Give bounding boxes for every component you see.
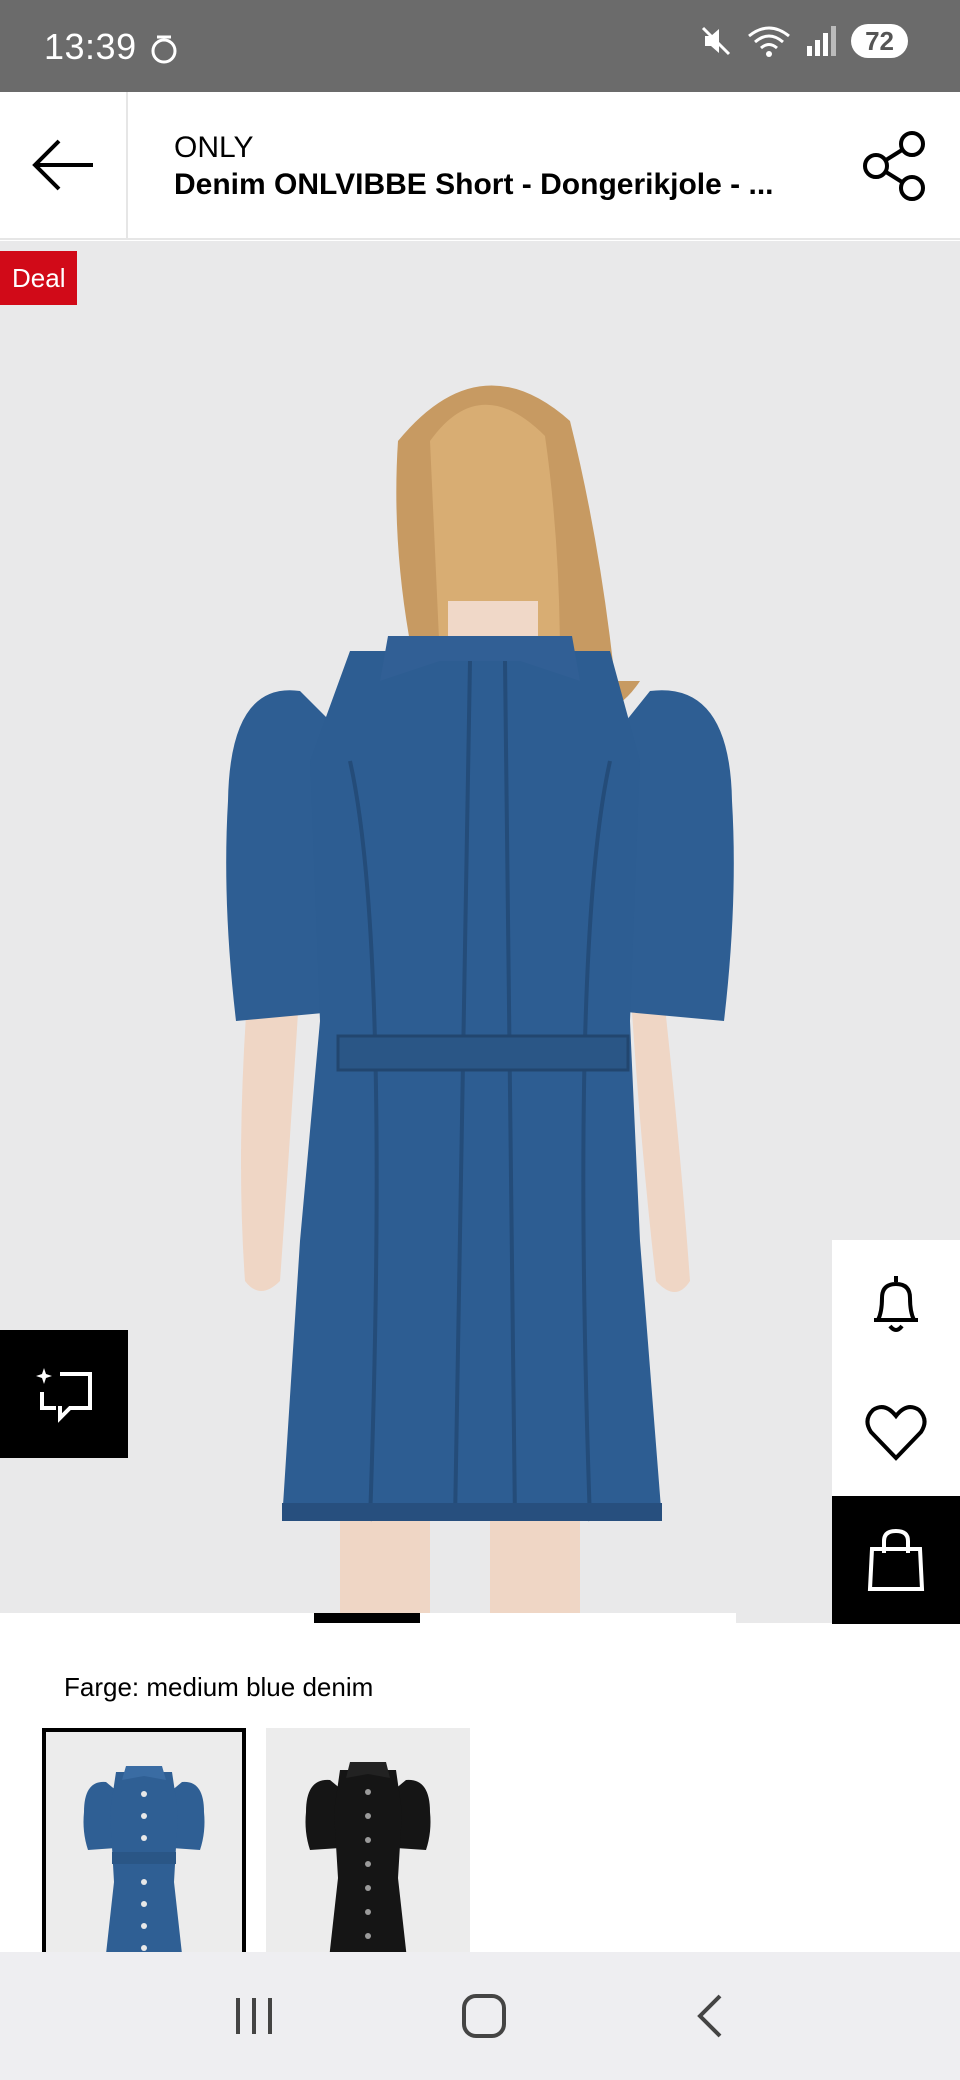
sparkle-tag-icon [36, 1368, 92, 1423]
battery-indicator: 72 [851, 24, 908, 58]
wifi-icon [748, 26, 791, 57]
product-title-block: ONLY Denim ONLVIBBE Short - Dongerikjole… [174, 130, 814, 204]
signal-icon [807, 26, 837, 56]
home-icon[interactable] [460, 1992, 508, 2040]
brand-name: ONLY [174, 131, 254, 164]
wishlist-button[interactable] [832, 1368, 960, 1496]
swatch-image-black [266, 1728, 470, 1968]
bell-icon [874, 1276, 918, 1332]
status-time: 13:39 [44, 26, 137, 67]
add-to-cart-button[interactable] [832, 1496, 960, 1624]
alarm-icon [151, 35, 177, 64]
back-button[interactable] [0, 92, 128, 238]
system-nav-bar [0, 1952, 960, 2080]
swatch-image-blue [46, 1732, 242, 1964]
mute-icon [702, 26, 731, 56]
swatch-medium-blue-denim[interactable] [42, 1728, 246, 1968]
nav-back-icon[interactable] [692, 1992, 728, 2040]
arrow-left-icon [32, 139, 93, 191]
deal-badge: Deal [0, 251, 78, 305]
product-photo [226, 385, 734, 1623]
color-swatches [42, 1728, 470, 1968]
recent-apps-icon[interactable] [232, 1994, 276, 2038]
shopping-bag-icon [867, 1528, 925, 1591]
ai-recommendation-button[interactable] [0, 1330, 128, 1458]
share-icon[interactable] [860, 130, 930, 202]
floating-actions [832, 1240, 960, 1624]
app-bar: ONLY Denim ONLVIBBE Short - Dongerikjole… [0, 92, 960, 240]
gallery-progress-indicator [314, 1613, 420, 1623]
product-image-gallery[interactable]: Deal [0, 241, 960, 1623]
heart-icon [865, 1405, 927, 1461]
product-name: Denim ONLVIBBE Short - Dongerikjole - ..… [174, 168, 774, 201]
swatch-black[interactable] [266, 1728, 470, 1968]
notify-button[interactable] [832, 1240, 960, 1368]
color-label: Farge: medium blue denim [64, 1672, 374, 1702]
status-bar: 13:39 72 [0, 0, 960, 92]
